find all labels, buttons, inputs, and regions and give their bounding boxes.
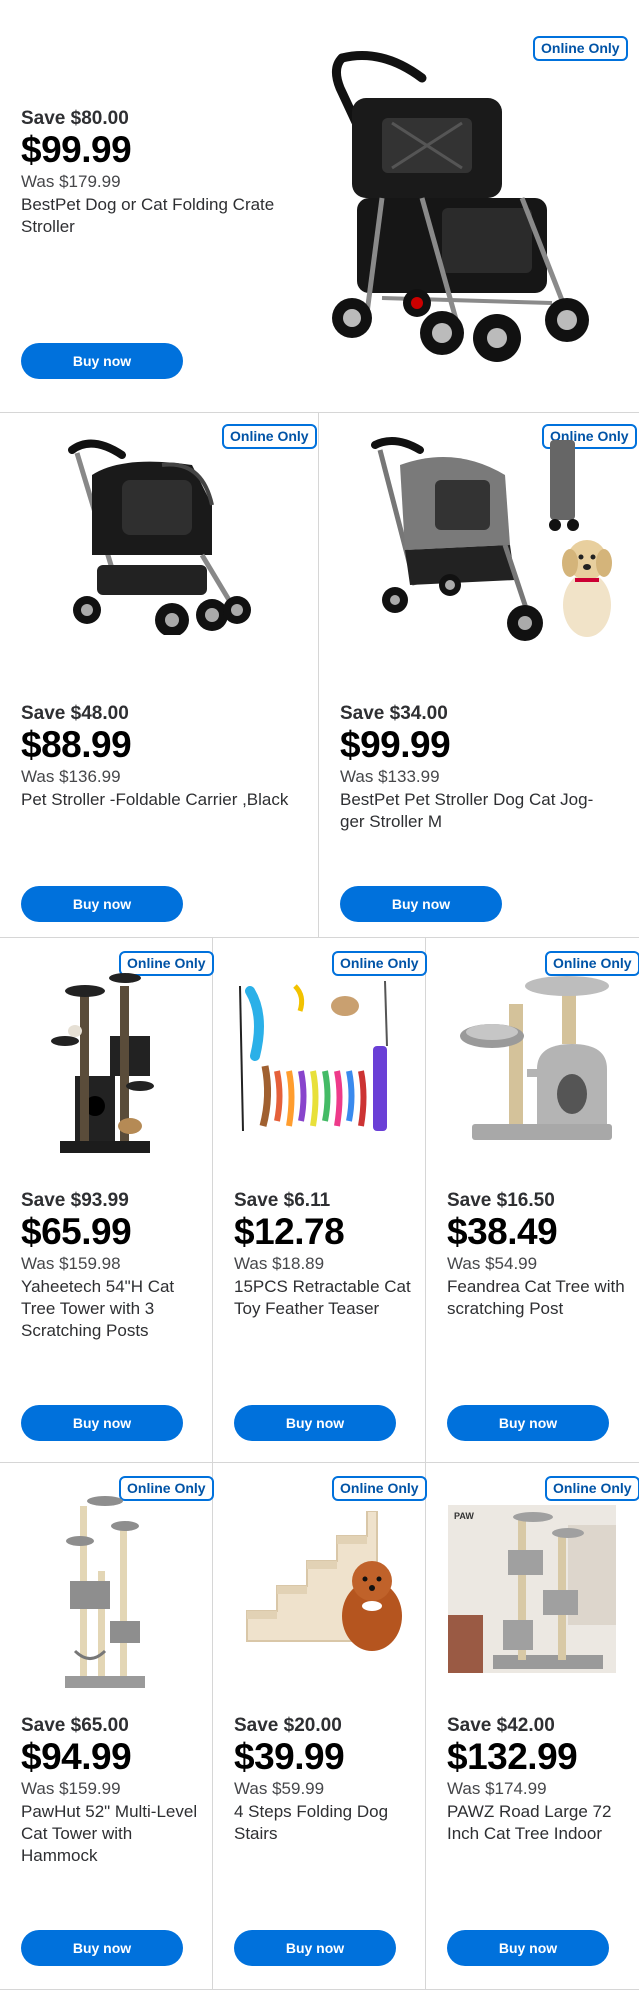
original-price: Was $179.99 [21, 172, 121, 191]
product-image-folding-dog-stairs [246, 1511, 402, 1651]
savings-amount: Save $48.00 [21, 703, 129, 724]
deals-row-2: Online Only Save $48.00 $88.99 Was $136.… [0, 413, 639, 938]
product-title[interactable]: Feandrea Cat Tree with scratching Post [447, 1276, 627, 1320]
product-card-pet-stroller-black[interactable]: Online Only Save $48.00 $88.99 Was $136.… [0, 413, 319, 937]
current-price: $94.99 [21, 1736, 132, 1777]
product-title[interactable]: BestPet Dog or Cat Folding Crate Strolle… [21, 194, 311, 238]
product-card-stroller-crate[interactable]: Online Only Save $80.00 $99.99 Was $179.… [0, 0, 639, 412]
product-info: Save $6.11 $12.78 Was $18.89 15PCS Retra… [234, 1190, 414, 1320]
product-info: Save $93.99 $65.99 Was $159.98 Yaheetech… [21, 1190, 201, 1342]
product-card-dog-stairs[interactable]: Online Only Save $20.00 $39.99 Was $59.9… [213, 1463, 427, 1989]
product-card-pawhut-cat-tower[interactable]: Online Only Save $65.00 $94.99 Was $159.… [0, 1463, 214, 1989]
savings-amount: Save $65.00 [21, 1715, 129, 1736]
original-price: Was $159.99 [21, 1779, 121, 1798]
online-only-badge: Online Only [332, 1476, 427, 1501]
product-card-cat-toy-teaser[interactable]: Online Only Save $6.11 $12.78 Was $18.89… [213, 938, 427, 1462]
product-card-pawz-road-cat-tree[interactable]: Online Only PAW Save $42.00 $132.99 Was [426, 1463, 639, 1989]
product-info: Save $34.00 $99.99 Was $133.99 BestPet P… [340, 703, 610, 833]
product-info: Save $20.00 $39.99 Was $59.99 4 Steps Fo… [234, 1715, 414, 1845]
product-card-yaheetech-cat-tree[interactable]: Online Only Save $93.99 $65.99 Was $159.… [0, 938, 214, 1462]
product-info: Save $80.00 $99.99 Was $179.99 BestPet D… [21, 108, 311, 238]
product-image-pet-stroller-black [68, 439, 251, 635]
original-price: Was $136.99 [21, 767, 121, 786]
product-title[interactable]: Pet Stroller -Foldable Carrier ,Black [21, 789, 291, 811]
buy-now-button[interactable]: Buy now [21, 1405, 183, 1441]
deals-row-1: Online Only Save $80.00 $99.99 Was $179.… [0, 0, 639, 413]
buy-now-button[interactable]: Buy now [21, 1930, 183, 1966]
savings-amount: Save $34.00 [340, 703, 448, 724]
original-price: Was $54.99 [447, 1254, 538, 1273]
product-image-jogger-stroller [371, 437, 612, 641]
product-image-feather-teaser [239, 980, 388, 1132]
product-card-jogger-stroller[interactable]: Online Only Save $34.00 $99.99 Was $133.… [319, 413, 639, 937]
online-only-badge: Online Only [332, 951, 427, 976]
original-price: Was $59.99 [234, 1779, 325, 1798]
savings-amount: Save $93.99 [21, 1190, 129, 1211]
product-info: Save $48.00 $88.99 Was $136.99 Pet Strol… [21, 703, 291, 811]
product-image-pawhut-cat-tower [65, 1496, 145, 1688]
buy-now-button[interactable]: Buy now [21, 343, 183, 379]
current-price: $99.99 [21, 129, 132, 170]
deals-row-3: Online Only Save $93.99 $65.99 Was $159.… [0, 938, 639, 1463]
current-price: $12.78 [234, 1211, 345, 1252]
product-image-feandrea-cat-tree [460, 976, 612, 1140]
svg-text:PAW: PAW [454, 1511, 474, 1521]
buy-now-button[interactable]: Buy now [447, 1930, 609, 1966]
product-image-pawz-road-cat-tree: PAW [448, 1505, 616, 1673]
online-only-badge: Online Only [545, 1476, 639, 1501]
online-only-badge: Online Only [545, 951, 639, 976]
product-image-yaheetech-cat-tree [51, 973, 154, 1153]
current-price: $88.99 [21, 724, 132, 765]
current-price: $132.99 [447, 1736, 578, 1777]
current-price: $99.99 [340, 724, 451, 765]
buy-now-button[interactable]: Buy now [21, 886, 183, 922]
product-info: Save $65.00 $94.99 Was $159.99 PawHut 52… [21, 1715, 201, 1867]
current-price: $65.99 [21, 1211, 132, 1252]
savings-amount: Save $16.50 [447, 1190, 555, 1211]
buy-now-button[interactable]: Buy now [234, 1930, 396, 1966]
product-title[interactable]: PAWZ Road Large 72 Inch Cat Tree Indoor [447, 1801, 627, 1845]
deals-row-4: Online Only Save $65.00 $94.99 Was $159.… [0, 1463, 639, 1990]
product-info: Save $16.50 $38.49 Was $54.99 Feandrea C… [447, 1190, 627, 1320]
current-price: $39.99 [234, 1736, 345, 1777]
savings-amount: Save $42.00 [447, 1715, 555, 1736]
product-title[interactable]: 4 Steps Folding Dog Stairs [234, 1801, 414, 1845]
product-title[interactable]: 15PCS Retractable Cat Toy Feather Teaser [234, 1276, 414, 1320]
current-price: $38.49 [447, 1211, 558, 1252]
product-deals-page: Online Only Save $80.00 $99.99 Was $179.… [0, 0, 639, 2000]
savings-amount: Save $80.00 [21, 108, 129, 129]
product-card-feandrea-cat-tree[interactable]: Online Only Save $16.50 $38.49 Was $54.9… [426, 938, 639, 1462]
original-price: Was $174.99 [447, 1779, 547, 1798]
savings-amount: Save $6.11 [234, 1190, 331, 1211]
product-image-folding-crate-stroller [332, 51, 589, 362]
product-title[interactable]: Yaheetech 54"H Cat Tree Tower with 3 Scr… [21, 1276, 201, 1342]
product-info: Save $42.00 $132.99 Was $174.99 PAWZ Roa… [447, 1715, 627, 1845]
original-price: Was $133.99 [340, 767, 440, 786]
original-price: Was $18.89 [234, 1254, 325, 1273]
buy-now-button[interactable]: Buy now [340, 886, 502, 922]
product-title[interactable]: PawHut 52" Multi-Level Cat Tow­er with H… [21, 1801, 201, 1867]
product-title[interactable]: BestPet Pet Stroller Dog Cat Jog­ger Str… [340, 789, 610, 833]
buy-now-button[interactable]: Buy now [234, 1405, 396, 1441]
buy-now-button[interactable]: Buy now [447, 1405, 609, 1441]
original-price: Was $159.98 [21, 1254, 121, 1273]
savings-amount: Save $20.00 [234, 1715, 342, 1736]
